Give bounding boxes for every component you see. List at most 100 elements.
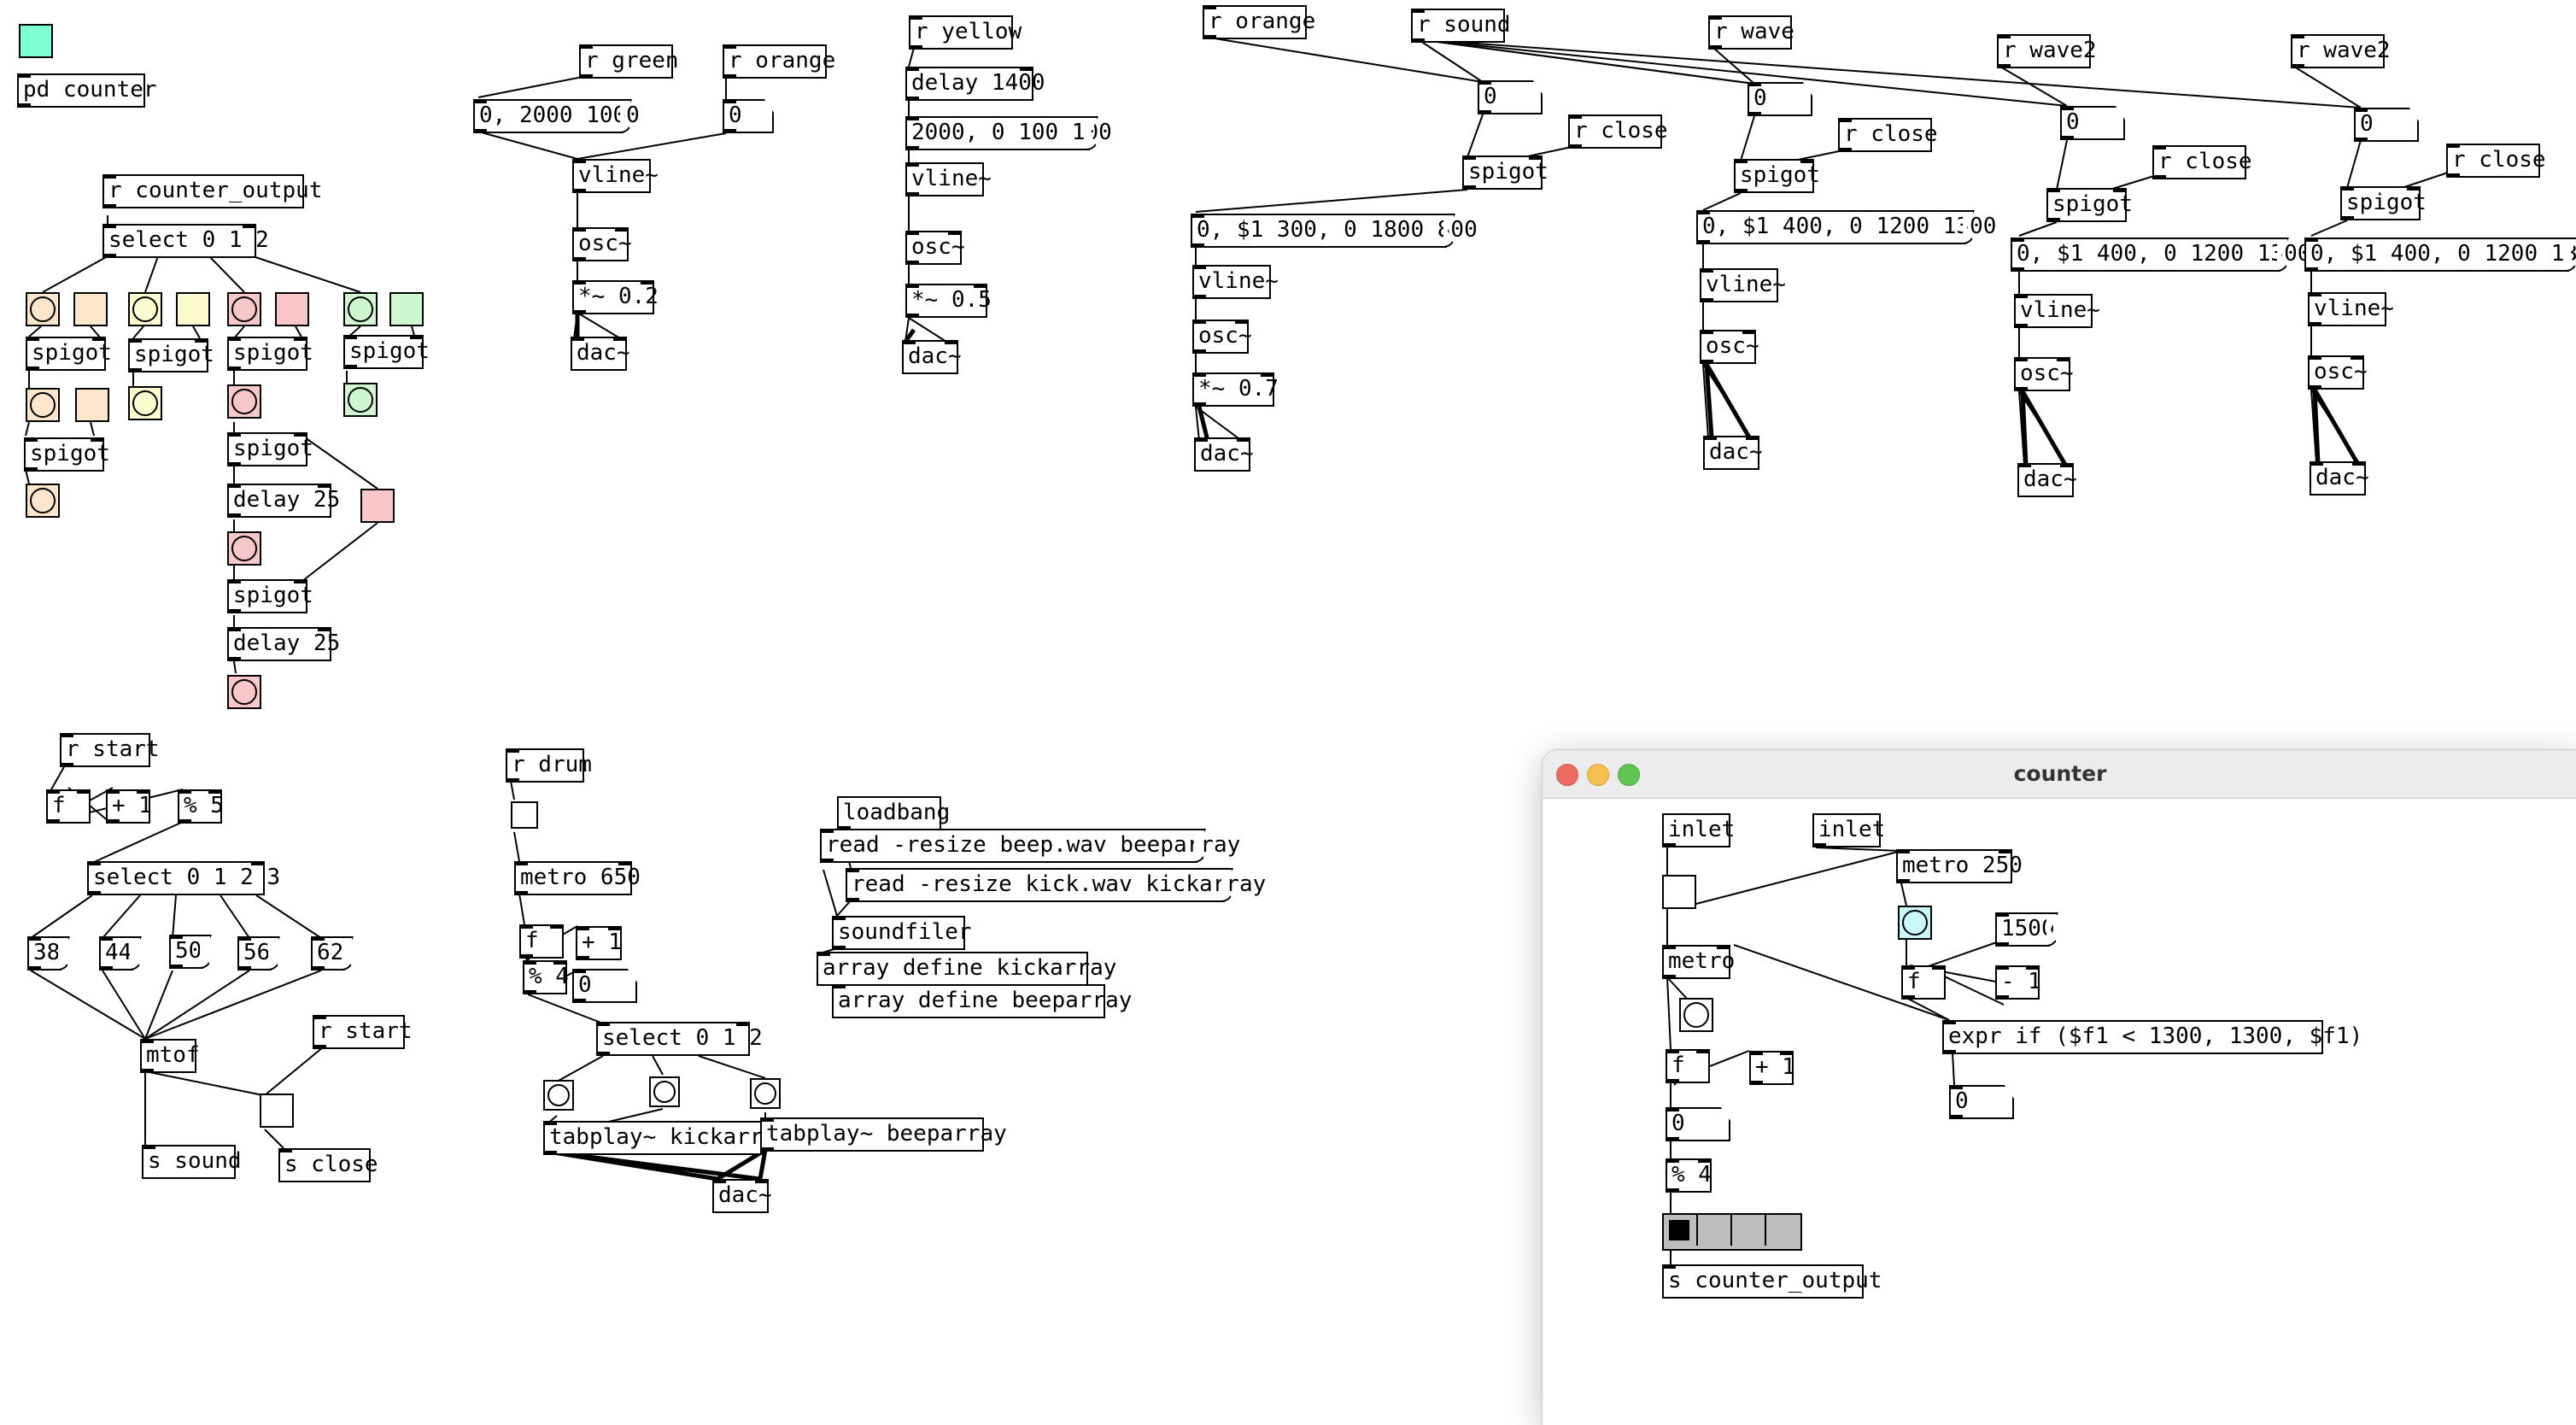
receive-yellow[interactable]: r yellow: [909, 15, 1022, 50]
message-read-beep[interactable]: read -resize beep.wav beeparray: [820, 829, 1240, 863]
bang-close[interactable]: [260, 1094, 294, 1128]
bang-orange-1[interactable]: [26, 292, 60, 326]
toggle-yellow-1[interactable]: [176, 292, 210, 326]
modulo-4-sub[interactable]: % 4: [1666, 1158, 1712, 1193]
float-sub-2[interactable]: f: [1666, 1049, 1710, 1083]
bang-orange-3[interactable]: [26, 484, 60, 518]
dac-2[interactable]: dac~: [902, 340, 962, 374]
number-expr-out[interactable]: 0: [1949, 1085, 2004, 1119]
number-wave2-a[interactable]: 0: [2060, 106, 2115, 140]
delay-25-b[interactable]: delay 25: [227, 627, 340, 661]
pd-counter-object[interactable]: pd counter: [17, 73, 157, 108]
receive-start-1[interactable]: r start: [60, 733, 160, 767]
spigot-sound[interactable]: spigot: [1462, 155, 1549, 190]
delay-1400[interactable]: delay 1400: [905, 67, 1045, 101]
toggle-red-1[interactable]: [275, 292, 309, 326]
receive-close-1[interactable]: r close: [1568, 114, 1668, 149]
vline-5[interactable]: vline~: [2014, 294, 2100, 328]
send-counter-output[interactable]: s counter_output: [1662, 1264, 1882, 1299]
number-wave[interactable]: 0: [1748, 82, 1802, 116]
dac-6[interactable]: dac~: [2310, 461, 2369, 496]
message-env-1[interactable]: 0, $1 300, 0 1800 800: [1191, 214, 1478, 248]
bang-red-3[interactable]: [227, 531, 261, 566]
plus-1-a[interactable]: + 1: [106, 789, 152, 824]
float-1[interactable]: f: [46, 789, 91, 824]
message-env-4[interactable]: 0, $1 400, 0 1200 1300: [2304, 238, 2576, 272]
number-sound[interactable]: 0: [1478, 80, 1532, 114]
float-2[interactable]: f: [519, 924, 564, 959]
receive-close-3[interactable]: r close: [2152, 145, 2252, 179]
select-object[interactable]: select 0 1 2: [102, 224, 269, 258]
receive-close-4[interactable]: r close: [2446, 144, 2546, 178]
spigot-wave2-a[interactable]: spigot: [2046, 188, 2133, 222]
message-env-2[interactable]: 0, $1 400, 0 1200 1300: [1696, 210, 1996, 244]
spigot-green[interactable]: spigot: [343, 335, 430, 369]
number-drum[interactable]: 0: [572, 969, 627, 1003]
multiply-0.5[interactable]: *~ 0.5: [905, 284, 992, 318]
spigot-wave[interactable]: spigot: [1734, 159, 1820, 193]
dac-4[interactable]: dac~: [1703, 436, 1763, 470]
message-50[interactable]: 50: [169, 935, 203, 969]
plus-1-sub[interactable]: + 1: [1749, 1051, 1795, 1085]
array-define-kickarray[interactable]: array define kickarray: [817, 952, 1116, 986]
message-62[interactable]: 62: [311, 936, 345, 971]
bang-yellow-2[interactable]: [128, 386, 162, 420]
metro-650[interactable]: metro 650: [514, 861, 641, 895]
modulo-4-a[interactable]: % 4: [523, 960, 569, 994]
bang-orange-2[interactable]: [26, 388, 60, 422]
number-wave2-b[interactable]: 0: [2354, 108, 2409, 142]
message-2000-0-100-100[interactable]: 2000, 0 100 100: [905, 116, 1112, 150]
inlet-1[interactable]: inlet: [1662, 813, 1735, 847]
message-0-2000-1000[interactable]: 0, 2000 1000: [473, 99, 640, 133]
modulo-5[interactable]: % 5: [178, 789, 224, 824]
receive-green[interactable]: r green: [579, 44, 679, 79]
delay-25-a[interactable]: delay 25: [227, 484, 340, 518]
tabplay-beeparray[interactable]: tabplay~ beeparray: [760, 1117, 1007, 1152]
osc-2[interactable]: osc~: [905, 231, 965, 265]
receive-start-2[interactable]: r start: [313, 1015, 413, 1049]
radio-cell-2[interactable]: [1732, 1215, 1766, 1246]
spigot-orange-2[interactable]: spigot: [24, 437, 110, 472]
osc-6[interactable]: osc~: [2308, 355, 2368, 390]
dac-1[interactable]: dac~: [571, 337, 630, 371]
osc-5[interactable]: osc~: [2014, 357, 2074, 391]
dac-3[interactable]: dac~: [1194, 437, 1254, 472]
vline-2[interactable]: vline~: [905, 162, 992, 196]
receive-sound[interactable]: r sound: [1411, 9, 1511, 43]
dac-drum[interactable]: dac~: [712, 1179, 772, 1213]
spigot-red-2[interactable]: spigot: [227, 432, 313, 466]
select-0-1-2-3[interactable]: select 0 1 2 3: [87, 861, 280, 895]
bang-drum-1[interactable]: [649, 1076, 680, 1107]
receive-orange-2[interactable]: r orange: [1203, 5, 1315, 39]
toggle-orange-1[interactable]: [73, 292, 108, 326]
receive-counter-output[interactable]: r counter_output: [102, 174, 322, 208]
receive-wave2-a[interactable]: r wave2: [1997, 34, 2097, 68]
number-counter[interactable]: 0: [1666, 1107, 1720, 1141]
hradio-counter[interactable]: [1662, 1213, 1802, 1251]
message-read-kick[interactable]: read -resize kick.wav kickarray: [846, 868, 1266, 902]
spigot-red-3[interactable]: spigot: [227, 579, 313, 613]
array-define-beeparray[interactable]: array define beeparray: [832, 984, 1132, 1018]
bang-green-1[interactable]: [343, 292, 378, 326]
send-sound[interactable]: s sound: [142, 1145, 242, 1179]
spigot-red[interactable]: spigot: [227, 337, 313, 371]
minus-1[interactable]: - 1: [1995, 965, 2041, 1000]
bang-drum-0[interactable]: [543, 1080, 574, 1111]
number-orange[interactable]: 0: [723, 99, 764, 133]
vline-3[interactable]: vline~: [1192, 265, 1279, 299]
vline-6[interactable]: vline~: [2308, 292, 2394, 326]
spigot-orange[interactable]: spigot: [26, 337, 112, 371]
message-44[interactable]: 44: [99, 936, 133, 971]
bang-yellow-1[interactable]: [128, 292, 162, 326]
message-1500[interactable]: 1500: [1995, 912, 2055, 947]
metro-250[interactable]: metro 250: [1896, 849, 2023, 883]
bang-red-1[interactable]: [227, 292, 261, 326]
osc-4[interactable]: osc~: [1700, 330, 1759, 364]
bang-red-4[interactable]: [227, 675, 261, 709]
message-env-3[interactable]: 0, $1 400, 0 1200 1300: [2011, 238, 2310, 272]
toggle-orange-2[interactable]: [75, 388, 109, 422]
receive-wave[interactable]: r wave: [1708, 15, 1794, 50]
float-sub-1[interactable]: f: [1901, 965, 1946, 1000]
osc-3[interactable]: osc~: [1192, 320, 1252, 354]
expr-clip[interactable]: expr if ($f1 < 1300, 1300, $f1): [1942, 1020, 2362, 1054]
